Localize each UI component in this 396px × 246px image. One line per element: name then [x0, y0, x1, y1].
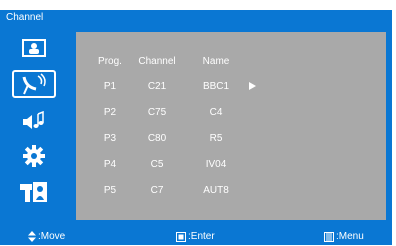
- row-prog: P4: [103, 159, 117, 170]
- enter-button-icon: [176, 231, 186, 242]
- antenna-icon: [22, 73, 46, 95]
- column-header-channel: Channel: [138, 56, 176, 67]
- row-name: C4: [209, 107, 223, 118]
- row-channel: C80: [147, 133, 167, 144]
- row-prog: P5: [103, 185, 117, 196]
- row-prog: P1: [103, 81, 117, 92]
- sidebar: [6, 26, 72, 228]
- footer-move-label: :Move: [38, 231, 66, 242]
- sidebar-item-setup[interactable]: [12, 142, 56, 170]
- sidebar-item-picture[interactable]: [12, 34, 56, 62]
- column-header-name: Name: [202, 56, 230, 67]
- row-channel: C5: [150, 159, 164, 170]
- picture-icon: [22, 39, 46, 57]
- footer-menu-label: :Menu: [336, 231, 364, 242]
- row-name: AUT8: [203, 185, 229, 196]
- row-channel: C7: [150, 185, 164, 196]
- row-channel: C21: [147, 81, 167, 92]
- up-down-arrow-icon: [28, 231, 36, 242]
- setup-icon: [23, 145, 45, 167]
- row-name: R5: [209, 133, 223, 144]
- osd-screen: Channel Prog. Channel Name P1 C21 BBC1 P…: [0, 0, 396, 246]
- title-bar: Channel: [0, 10, 392, 26]
- footer-enter: :Enter: [176, 228, 215, 245]
- sound-icon: [23, 111, 44, 129]
- window-title: Channel: [6, 12, 44, 23]
- row-name: IV04: [205, 159, 227, 170]
- footer-menu: :Menu: [324, 228, 364, 245]
- channel-panel: Prog. Channel Name P1 C21 BBC1 P2 C75 C4…: [76, 32, 386, 220]
- footer-bar: :Move :Enter :Menu: [0, 228, 392, 245]
- footer-enter-label: :Enter: [188, 231, 215, 242]
- row-name: BBC1: [202, 81, 230, 92]
- row-prog: P2: [103, 107, 117, 118]
- sidebar-item-channel[interactable]: [12, 70, 56, 98]
- row-prog: P3: [103, 133, 117, 144]
- menu-button-icon: [324, 231, 334, 242]
- sidebar-item-sound[interactable]: [12, 108, 56, 136]
- footer-move: :Move: [28, 228, 65, 245]
- sidebar-item-input[interactable]: [12, 178, 56, 206]
- column-header-prog: Prog.: [98, 56, 122, 67]
- row-channel: C75: [147, 107, 167, 118]
- selection-arrow-icon: [249, 82, 256, 90]
- input-icon: [20, 182, 47, 202]
